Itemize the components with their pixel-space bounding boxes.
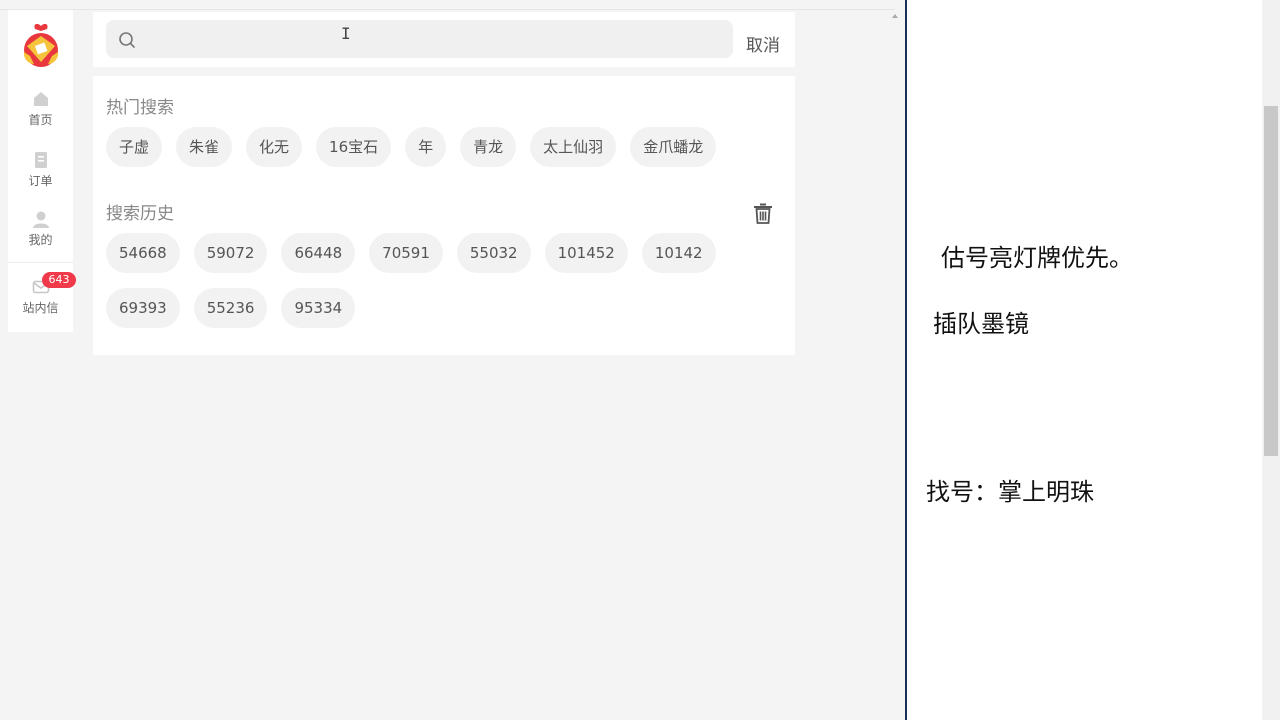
- hot-search-tag[interactable]: 青龙: [460, 127, 517, 167]
- search-suggestions-panel: 热门搜索 子虚 朱雀 化无 16宝石 年 青龙 太上仙羽 金爪蟠龙 搜索历史 5…: [93, 76, 795, 355]
- unread-count-badge: 643: [42, 272, 76, 288]
- note-line: 估号亮灯牌优先。: [941, 244, 1133, 272]
- hot-search-tags: 子虚 朱雀 化无 16宝石 年 青龙 太上仙羽 金爪蟠龙: [106, 127, 717, 167]
- search-history-title: 搜索历史: [106, 204, 174, 224]
- top-border: [0, 9, 895, 10]
- note-line: 找号：掌上明珠: [926, 478, 1094, 506]
- search-header: I 取消: [93, 12, 795, 67]
- user-icon: [32, 211, 49, 228]
- history-tag[interactable]: 10142: [641, 233, 716, 273]
- sidebar-divider: [8, 262, 73, 263]
- note-line: 插队墨镜: [933, 310, 1029, 338]
- hot-search-tag[interactable]: 子虚: [106, 127, 163, 167]
- home-icon: [33, 92, 48, 106]
- hot-search-tag[interactable]: 年: [405, 127, 447, 167]
- trash-icon[interactable]: [752, 202, 774, 224]
- history-tag[interactable]: 95334: [281, 288, 356, 328]
- history-tag[interactable]: 70591: [369, 233, 443, 273]
- sidebar: 首页 订单 我的 站内信 643: [8, 10, 76, 332]
- history-tag[interactable]: 101452: [544, 233, 628, 273]
- search-input[interactable]: [146, 20, 730, 60]
- notes-window: 估号亮灯牌优先。 插队墨镜 找号：掌上明珠: [907, 0, 1262, 720]
- history-tag[interactable]: 69393: [106, 288, 180, 328]
- sidebar-item-label: 站内信: [22, 301, 59, 315]
- order-icon: [34, 152, 47, 168]
- text-cursor-icon: I: [341, 24, 351, 43]
- bell-gift-logo-icon[interactable]: [20, 22, 62, 68]
- sidebar-item-label: 我的: [28, 233, 53, 247]
- sidebar-item-home[interactable]: 首页: [8, 90, 73, 128]
- search-box[interactable]: [106, 20, 733, 60]
- history-tag[interactable]: 55236: [193, 288, 268, 328]
- hot-search-tag[interactable]: 太上仙羽: [530, 127, 617, 167]
- hot-search-tag[interactable]: 金爪蟠龙: [630, 127, 717, 167]
- app-window: 首页 订单 我的 站内信 643 I 取消 热门搜索 子虚 朱雀 化无 16宝石…: [0, 0, 905, 720]
- sidebar-item-label: 订单: [28, 174, 53, 188]
- history-tag[interactable]: 54668: [106, 233, 180, 273]
- scroll-up-arrow-icon[interactable]: [892, 14, 898, 18]
- hot-search-tag[interactable]: 16宝石: [316, 127, 392, 167]
- sidebar-item-label: 首页: [28, 113, 53, 127]
- sidebar-item-orders[interactable]: 订单: [8, 151, 73, 189]
- scrollbar-thumb[interactable]: [1264, 106, 1278, 456]
- history-tag[interactable]: 59072: [193, 233, 268, 273]
- search-history-row: 54668 59072 66448 70591 55032 101452 101…: [106, 233, 716, 273]
- history-tag[interactable]: 55032: [456, 233, 531, 273]
- hot-search-tag[interactable]: 朱雀: [176, 127, 233, 167]
- cancel-button[interactable]: 取消: [746, 31, 780, 56]
- sidebar-item-mine[interactable]: 我的: [8, 210, 73, 248]
- search-history-row: 69393 55236 95334: [106, 288, 356, 328]
- history-tag[interactable]: 66448: [281, 233, 356, 273]
- hot-search-tag[interactable]: 化无: [246, 127, 303, 167]
- search-icon: [119, 32, 135, 48]
- hot-search-title: 热门搜索: [106, 98, 174, 118]
